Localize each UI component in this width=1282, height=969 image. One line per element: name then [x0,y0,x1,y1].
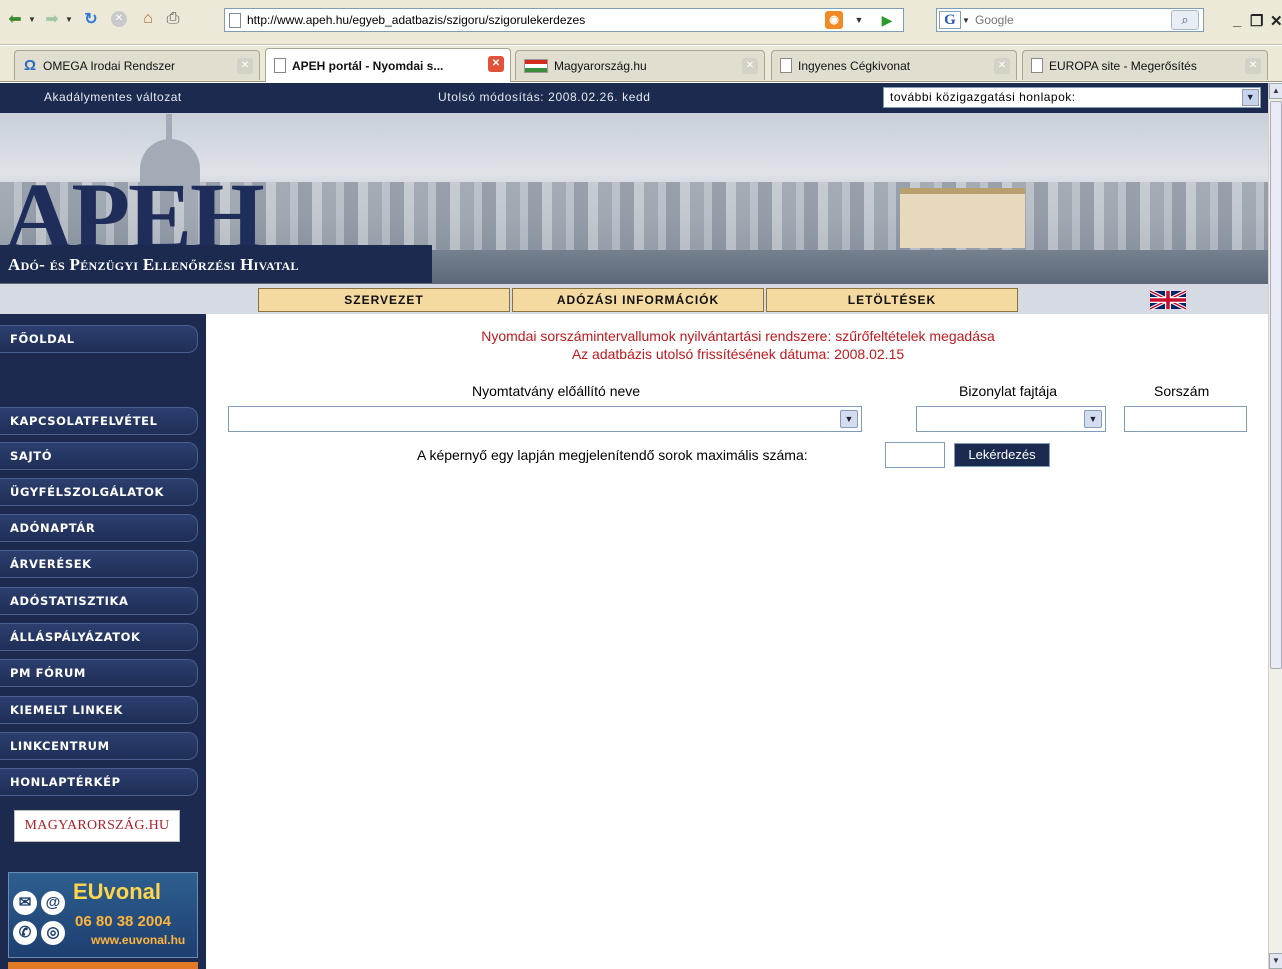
tab-close-icon[interactable]: ✕ [994,58,1010,74]
print-icon[interactable]: ⎙ [162,8,184,30]
home-icon[interactable]: ⌂ [137,8,159,30]
sidebar-item-kiemelt-linkek[interactable]: KIEMELT LINKEK [0,696,198,724]
page-icon [229,12,241,28]
address-url[interactable]: http://www.apeh.hu/egyeb_adatbazis/szigo… [247,13,585,27]
tab-close-icon[interactable]: ✕ [742,58,758,74]
magnifier-search-icon[interactable]: ⌕ [1171,10,1199,30]
tab-label: Magyarország.hu [554,58,647,73]
page-title: Nyomdai sorszámintervallumok nyilvántart… [481,328,995,344]
go-arrow-icon[interactable]: ▶ [877,11,897,29]
sidebar-item-arveresek[interactable]: ÁRVERÉSEK [0,550,198,578]
tab-close-icon[interactable]: ✕ [237,58,253,74]
parliament-spire-image [166,114,172,144]
nav-letoltesek[interactable]: LETÖLTÉSEK [766,288,1018,312]
sidebar-item-fooldal[interactable]: FŐOLDAL [0,325,198,353]
scroll-thumb[interactable] [1270,101,1282,669]
back-dropdown-icon[interactable]: ▼ [27,8,37,30]
gov-sites-select[interactable]: további közigazgatási honlapok: ▼ [883,87,1261,108]
chevron-down-icon[interactable]: ▼ [1242,89,1259,106]
sidebar-item-adostatisztika[interactable]: ADÓSTATISZTIKA [0,587,198,615]
back-arrow-icon[interactable]: ⬅ [4,8,26,30]
at-sign-icon: @ [41,891,65,915]
site-banner: APEH Adó- és Pénzügyi Ellenőrzési Hivata… [0,113,1268,284]
max-rows-input[interactable] [885,442,945,468]
address-bar[interactable]: http://www.apeh.hu/egyeb_adatbazis/szigo… [224,8,904,32]
mail-icon: ✉ [13,891,37,915]
forward-dropdown-icon[interactable]: ▼ [64,8,74,30]
google-engine-icon[interactable]: G [939,11,961,29]
tab-strip: Ω OMEGA Irodai Rendszer ✕ APEH portál - … [0,46,1282,82]
target-icon: ◎ [41,921,65,945]
gov-sites-value: további közigazgatási honlapok: [890,90,1076,104]
search-box: G ▼ ⌕ [936,8,1204,32]
chevron-down-icon[interactable]: ▼ [1084,410,1102,428]
nav-szervezet[interactable]: SZERVEZET [258,288,510,312]
tab-europa[interactable]: EUROPA site - Megerősítés ✕ [1022,50,1268,80]
palace-image [900,188,1025,248]
page-icon [780,58,792,73]
tab-cegkivonat[interactable]: Ingyenes Cégkivonat ✕ [771,50,1017,80]
rss-feed-icon[interactable]: ◉ [825,11,843,29]
producer-label: Nyomtatvány előállító neve [472,383,641,399]
phone-icon: ✆ [13,921,37,945]
sidebar-bottom-banner[interactable] [8,962,198,969]
restore-icon[interactable]: ❐ [1250,12,1263,30]
engine-dropdown-icon[interactable]: ▼ [961,16,971,25]
tab-close-icon[interactable]: ✕ [488,56,504,72]
minimize-icon[interactable]: _ [1233,12,1241,29]
tab-label: OMEGA Irodai Rendszer [43,58,176,73]
nav-adozasi-informaciok[interactable]: ADÓZÁSI INFORMÁCIÓK [512,288,764,312]
main-nav: SZERVEZET ADÓZÁSI INFORMÁCIÓK LETÖLTÉSEK [0,284,1268,314]
hungarian-flag-icon [524,58,548,73]
producer-select[interactable]: ▼ [228,406,862,432]
tab-omega[interactable]: Ω OMEGA Irodai Rendszer ✕ [14,50,260,80]
omega-icon: Ω [23,56,37,74]
forward-arrow-icon[interactable]: ➡ [41,8,63,30]
agency-subtitle-text: Adó- és Pénzügyi Ellenőrzési Hivatal [8,255,299,274]
max-rows-label: A képernyő egy lapján megjelenítendő sor… [417,447,808,463]
tab-close-icon[interactable]: ✕ [1245,58,1261,74]
sidebar-item-sajto[interactable]: SAJTÓ [0,442,198,470]
agency-subtitle: Adó- és Pénzügyi Ellenőrzési Hivatal [0,245,432,283]
euvonal-phone: 06 80 38 2004 [75,913,171,930]
english-flag-icon[interactable] [1150,290,1186,310]
address-dropdown-icon[interactable]: ▼ [851,12,867,28]
db-update-date: Az adatbázis utolsó frissítésének dátuma… [571,346,905,362]
chevron-down-icon[interactable]: ▼ [840,410,858,428]
page-icon [1031,58,1043,73]
doc-type-select[interactable]: ▼ [916,406,1106,432]
stop-icon[interactable]: ✕ [108,8,130,30]
accessible-version-link[interactable]: Akadálymentes változat [44,90,182,104]
serial-input[interactable] [1124,406,1247,432]
sidebar-item-allaspalyazatok[interactable]: ÁLLÁSPÁLYÁZATOK [0,623,198,651]
sidebar-item-pm-forum[interactable]: PM FÓRUM [0,659,198,687]
tab-magyarorszag[interactable]: Magyarország.hu ✕ [515,50,765,80]
serial-label: Sorszám [1154,383,1210,399]
last-modified-text: Utolsó módosítás: 2008.02.26. kedd [438,90,651,104]
euvonal-web: www.euvonal.hu [91,933,186,947]
search-input[interactable] [975,13,1155,27]
sidebar-item-honlapterkep[interactable]: HONLAPTÉRKÉP [0,768,198,796]
vertical-scrollbar[interactable]: ▲ ▼ [1268,83,1282,969]
tab-apeh[interactable]: APEH portál - Nyomdai s... ✕ [265,48,511,82]
doc-type-label: Bizonylat fajtája [959,383,1058,399]
sidebar-item-kapcsolatfelvetel[interactable]: KAPCSOLATFELVÉTEL [0,407,198,435]
magyarorszag-banner-link[interactable]: MAGYARORSZÁG.HU [14,810,180,842]
tab-label: EUROPA site - Megerősítés [1049,58,1197,73]
query-button[interactable]: Lekérdezés [954,443,1050,467]
tab-label: Ingyenes Cégkivonat [798,58,911,73]
euvonal-banner[interactable]: ✉ @ ✆ ◎ EUvonal 06 80 38 2004 www.euvona… [8,872,198,958]
browser-toolbar: ⬅ ▼ ➡ ▼ ↻ ✕ ⌂ ⎙ http://www.apeh.hu/egyeb… [0,0,1282,45]
close-window-icon[interactable]: ✕ [1270,12,1282,30]
site-topbar: Akadálymentes változat Utolsó módosítás:… [0,83,1268,113]
scroll-up-icon[interactable]: ▲ [1269,83,1282,99]
page-icon [274,58,286,73]
sidebar-item-adonaptar[interactable]: ADÓNAPTÁR [0,514,198,542]
scroll-down-icon[interactable]: ▼ [1269,953,1282,969]
tab-label: APEH portál - Nyomdai s... [292,58,444,73]
sidebar-item-ugyfelszolgalatok[interactable]: ÜGYFÉLSZOLGÁLATOK [0,478,198,506]
sidebar-item-linkcentrum[interactable]: LINKCENTRUM [0,732,198,760]
reload-icon[interactable]: ↻ [80,8,102,30]
euvonal-title: EUvonal [73,879,162,904]
